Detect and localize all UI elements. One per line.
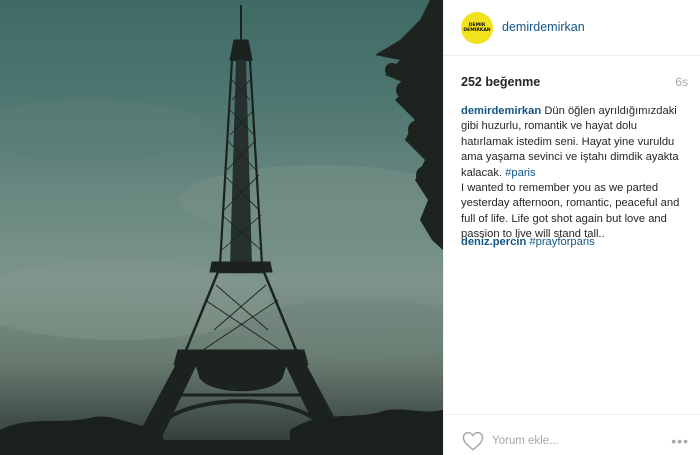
post-footer: ••• xyxy=(444,414,700,455)
post-photo xyxy=(0,0,443,455)
avatar[interactable]: DEMIR DEMIRKAN xyxy=(461,12,493,44)
heart-icon[interactable] xyxy=(462,431,484,451)
caption-text-en: I wanted to remember you as we parted ye… xyxy=(461,182,680,241)
eiffel-tower-photo xyxy=(0,0,443,455)
post-header: DEMIR DEMIRKAN demirdemirkan xyxy=(444,0,700,56)
avatar-text-line2: DEMIRKAN xyxy=(463,28,491,33)
comment-input[interactable] xyxy=(492,430,652,452)
username-link[interactable]: demirdemirkan xyxy=(502,20,585,34)
like-count[interactable]: 252 beğenme xyxy=(461,75,540,89)
post-side-panel: DEMIR DEMIRKAN demirdemirkan 252 beğenme… xyxy=(443,0,700,455)
more-options-icon[interactable]: ••• xyxy=(671,433,689,449)
post-caption: demirdemirkan Dün öğlen ayrıldığımızdaki… xyxy=(461,104,691,243)
comment-hashtag[interactable]: #prayforparis xyxy=(529,236,594,248)
caption-username[interactable]: demirdemirkan xyxy=(461,105,541,117)
comment-item: deniz.percin #prayforparis xyxy=(461,236,595,248)
post-time[interactable]: 6s xyxy=(675,75,688,89)
comment-username[interactable]: deniz.percin xyxy=(461,236,526,248)
caption-hashtag[interactable]: #paris xyxy=(505,167,535,179)
